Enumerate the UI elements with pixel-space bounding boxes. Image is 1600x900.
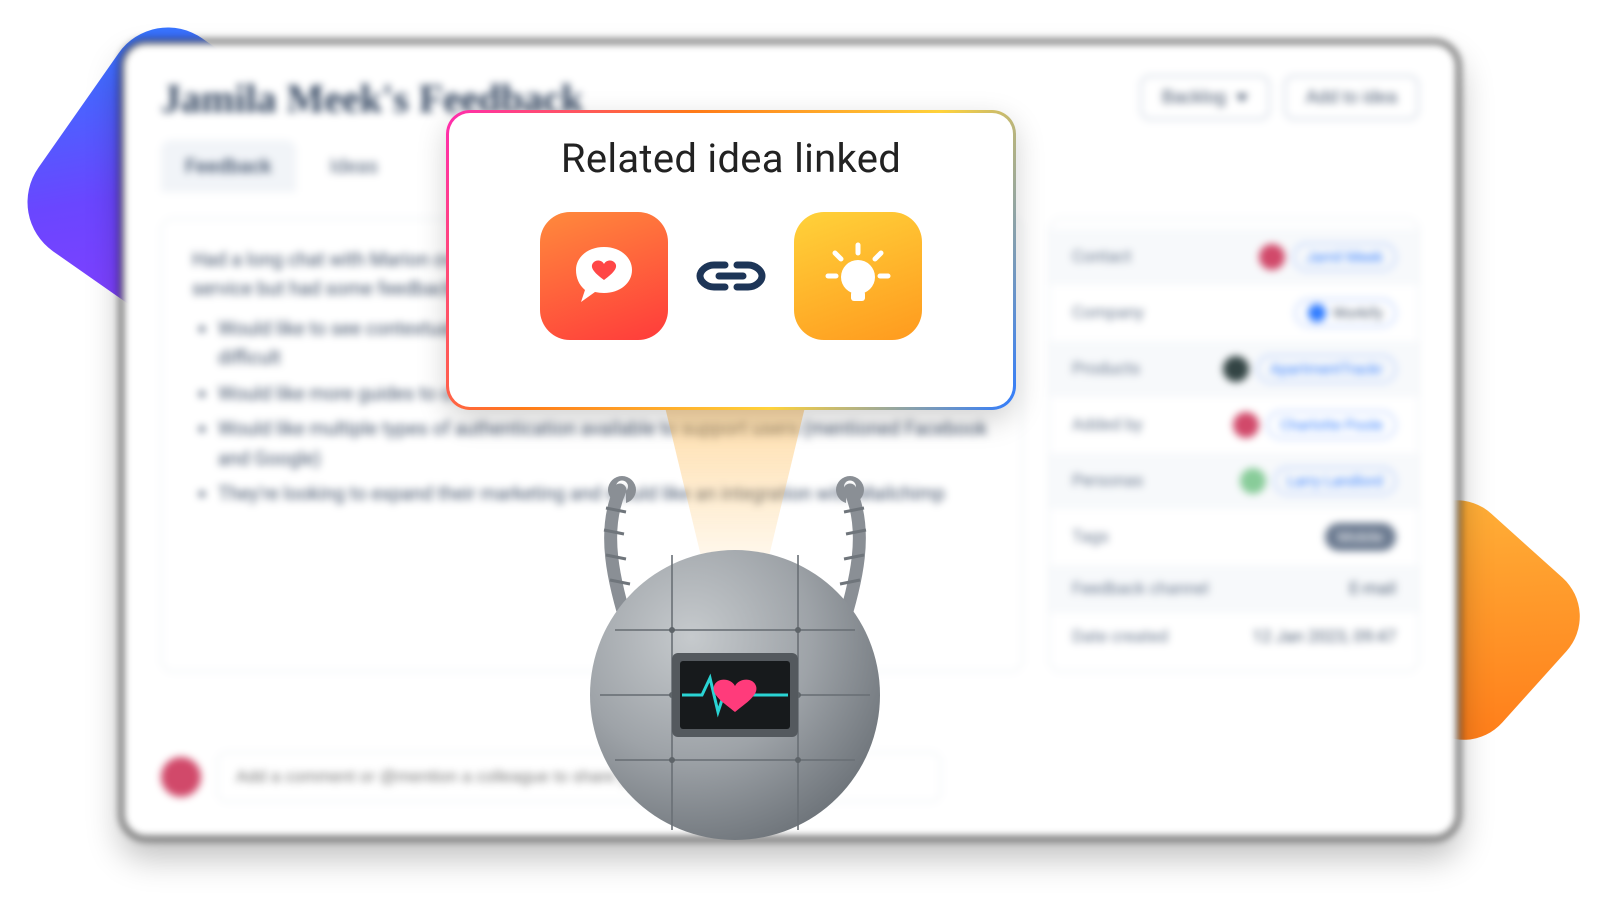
meta-row-added-by: Added by Charlotte Poole [1050, 397, 1418, 453]
speech-heart-icon [540, 212, 668, 340]
tab-feedback[interactable]: Feedback [161, 140, 296, 192]
meta-label: Products [1072, 359, 1140, 379]
company-logo-icon [1308, 304, 1326, 322]
add-to-idea-button[interactable]: Add to idea [1284, 75, 1419, 120]
meta-row-personas: Personas Larry Landlord [1050, 453, 1418, 509]
caret-down-icon [1236, 94, 1248, 102]
backlog-dropdown[interactable]: Backlog [1140, 75, 1270, 120]
meta-row-company: Company Workify [1050, 285, 1418, 341]
meta-label: Personas [1072, 471, 1143, 491]
toast-title: Related idea linked [561, 135, 901, 182]
current-user-avatar [161, 757, 201, 797]
meta-row-products: Products ApartmentTrackr [1050, 341, 1418, 397]
metadata-panel: Contact Jamil Meek Company Workify Produ… [1049, 218, 1419, 672]
meta-label: Contact [1072, 247, 1131, 267]
meta-label: Added by [1072, 415, 1143, 435]
company-chip[interactable]: Workify [1295, 299, 1396, 327]
tab-ideas[interactable]: Ideas [306, 140, 403, 192]
meta-label: Company [1072, 303, 1144, 323]
avatar [1240, 468, 1266, 494]
user-chip[interactable]: Charlotte Poole [1267, 411, 1396, 439]
backlog-label: Backlog [1162, 87, 1226, 108]
lightbulb-icon [794, 212, 922, 340]
meta-row-channel: Feedback channel E-mail [1050, 565, 1418, 613]
avatar [1259, 244, 1285, 270]
date-value: 12 Jan 2023, 09:47 [1252, 627, 1396, 647]
meta-row-contact: Contact Jamil Meek [1050, 229, 1418, 285]
robot-icon [560, 430, 910, 870]
channel-value: E-mail [1349, 579, 1396, 599]
product-chip[interactable]: ApartmentTrackr [1257, 355, 1396, 383]
related-idea-toast: Related idea linked [446, 110, 1016, 410]
meta-row-date: Date created 12 Jan 2023, 09:47 [1050, 613, 1418, 661]
chain-link-icon [696, 254, 766, 298]
persona-chip[interactable]: Larry Landlord [1274, 467, 1396, 495]
meta-label: Date created [1072, 627, 1168, 647]
meta-label: Tags [1072, 527, 1109, 547]
meta-label: Feedback channel [1072, 579, 1209, 599]
product-icon [1223, 356, 1249, 382]
meta-row-tags: Tags Mobile [1050, 509, 1418, 565]
tag-chip[interactable]: Mobile [1325, 523, 1396, 551]
contact-chip[interactable]: Jamil Meek [1293, 243, 1396, 271]
avatar [1233, 412, 1259, 438]
